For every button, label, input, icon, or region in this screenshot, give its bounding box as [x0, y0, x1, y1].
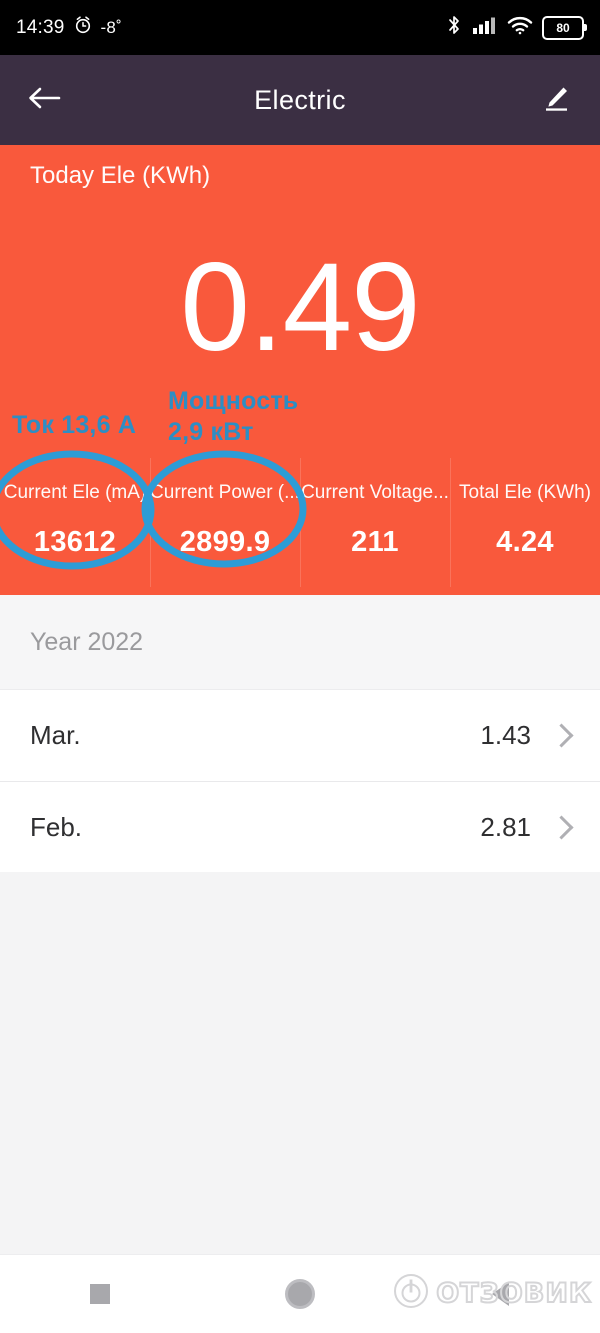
- page-title: Electric: [254, 84, 346, 115]
- stat-current-ele[interactable]: Current Ele (mA) 13612: [0, 450, 150, 595]
- edit-button[interactable]: [534, 78, 578, 122]
- list-item[interactable]: Mar. 1.43: [0, 690, 600, 781]
- status-bar: 14:39 -8˚ 80: [0, 0, 600, 55]
- stat-value: 2899.9: [179, 526, 271, 558]
- home-circle-icon: [285, 1279, 315, 1309]
- edit-pencil-icon: [540, 82, 572, 119]
- stat-current-voltage[interactable]: Current Voltage... 211: [300, 450, 450, 595]
- month-value: 2.81: [480, 811, 531, 842]
- stat-label: Current Voltage...: [301, 482, 449, 503]
- status-bar-left: 14:39 -8˚: [16, 15, 122, 41]
- month-label: Mar.: [30, 720, 81, 750]
- alarm-clock-icon: [73, 15, 93, 41]
- today-energy-panel: Today Ele (KWh) 0.49 Current Ele (mA) 13…: [0, 145, 600, 595]
- live-stats-row: Current Ele (mA) 13612 Current Power (..…: [0, 450, 600, 595]
- cellular-signal-icon: [472, 15, 498, 40]
- month-value: 1.43: [480, 720, 531, 750]
- year-section-header: Year 2022: [0, 595, 600, 690]
- bluetooth-icon: [445, 14, 463, 41]
- empty-content-area: [0, 872, 600, 1254]
- app-bar: Electric: [0, 55, 600, 145]
- list-item[interactable]: Feb. 2.81: [0, 781, 600, 872]
- stat-label: Current Power (...: [150, 482, 300, 503]
- chevron-right-icon: [549, 723, 574, 748]
- back-arrow-icon: [27, 85, 61, 116]
- stat-label: Current Ele (mA): [3, 482, 147, 503]
- month-label: Feb.: [30, 811, 83, 842]
- stat-value: 211: [351, 526, 399, 558]
- status-clock: 14:39: [16, 16, 65, 38]
- battery-icon: 80: [542, 15, 587, 40]
- system-navigation-bar: [0, 1254, 600, 1333]
- stat-value: 4.24: [496, 526, 554, 558]
- today-energy-value: 0.49: [180, 238, 420, 377]
- recents-square-icon: [90, 1284, 110, 1304]
- status-bar-right: 80: [445, 14, 587, 41]
- status-temperature: -8˚: [100, 17, 122, 37]
- stat-label: Total Ele (KWh): [459, 482, 591, 503]
- stat-total-ele[interactable]: Total Ele (KWh) 4.24: [450, 450, 600, 595]
- wifi-icon: [507, 15, 533, 40]
- back-button[interactable]: [22, 78, 66, 122]
- battery-level-label: 80: [556, 20, 570, 35]
- month-list: Mar. 1.43 Feb. 2.81: [0, 690, 600, 872]
- back-nav-button[interactable]: [400, 1282, 600, 1306]
- chevron-right-icon: [549, 814, 574, 840]
- recents-button[interactable]: [0, 1284, 200, 1304]
- stat-value: 13612: [33, 526, 117, 558]
- stat-current-power[interactable]: Current Power (... 2899.9: [150, 450, 300, 595]
- phone-screen: 14:39 -8˚ 80 Electric Today Ele (KWh) 0.…: [0, 0, 600, 1333]
- back-triangle-icon: [491, 1282, 509, 1306]
- home-button[interactable]: [200, 1279, 400, 1309]
- today-energy-label: Today Ele (KWh): [30, 162, 211, 189]
